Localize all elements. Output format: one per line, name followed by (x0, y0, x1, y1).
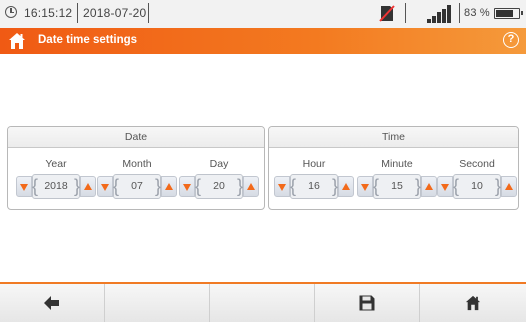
arrow-up-icon (247, 183, 255, 190)
arrow-up-icon (165, 183, 173, 190)
arrow-down-icon (361, 184, 369, 191)
no-sim-icon (379, 5, 395, 22)
second-value[interactable]: 10 (453, 174, 501, 199)
minute-decrement-button[interactable] (357, 176, 373, 197)
year-label: Year (45, 158, 67, 170)
help-icon[interactable]: ? (503, 32, 519, 48)
battery-fill (496, 10, 514, 17)
arrow-down-icon (20, 184, 28, 191)
status-time: 16:15:12 (24, 6, 73, 20)
arrow-up-icon (505, 183, 513, 190)
day-label: Day (209, 158, 229, 170)
status-separator (77, 3, 78, 23)
second-spinner: 10 (437, 174, 517, 199)
date-panel: Date Year 2018 Month 07 Day 20 (7, 126, 265, 210)
month-label: Month (122, 158, 152, 170)
arrow-up-icon (342, 183, 350, 190)
year-value[interactable]: 2018 (32, 174, 80, 199)
minute-increment-button[interactable] (421, 176, 437, 197)
hour-increment-button[interactable] (338, 176, 354, 197)
arrow-down-icon (278, 184, 286, 191)
year-spinner: 2018 (16, 174, 96, 199)
minute-value[interactable]: 15 (373, 174, 421, 199)
year-decrement-button[interactable] (16, 176, 32, 197)
back-button[interactable] (0, 284, 105, 322)
clock-icon (5, 6, 17, 18)
time-panel: Time Hour 16 Minute 15 Second 10 (268, 126, 519, 210)
home-icon (465, 295, 481, 311)
month-increment-button[interactable] (161, 176, 177, 197)
month-decrement-button[interactable] (97, 176, 113, 197)
signal-icon (427, 5, 453, 23)
arrow-down-icon (441, 184, 449, 191)
battery-icon (494, 8, 523, 19)
hour-decrement-button[interactable] (274, 176, 290, 197)
page-title: Date time settings (38, 34, 138, 46)
time-panel-header: Time (269, 127, 518, 148)
status-separator (459, 3, 460, 23)
hour-spinner: 16 (274, 174, 354, 199)
minute-label: Minute (381, 158, 413, 170)
arrow-up-icon (425, 183, 433, 190)
empty-button-3[interactable] (210, 284, 315, 322)
battery-percent: 83 % (464, 7, 490, 19)
day-increment-button[interactable] (243, 176, 259, 197)
day-value[interactable]: 20 (195, 174, 243, 199)
status-date: 2018-07-20 (83, 6, 147, 20)
arrow-down-icon (183, 184, 191, 191)
save-icon (359, 295, 375, 311)
title-bar: Date time settings ? (0, 28, 526, 54)
month-spinner: 07 (97, 174, 177, 199)
status-bar: 16:15:12 2018-07-20 83 % (0, 0, 526, 28)
save-button[interactable] (315, 284, 420, 322)
empty-button-2[interactable] (105, 284, 210, 322)
year-increment-button[interactable] (80, 176, 96, 197)
home-icon[interactable] (8, 32, 26, 50)
minute-spinner: 15 (357, 174, 437, 199)
day-decrement-button[interactable] (179, 176, 195, 197)
month-value[interactable]: 07 (113, 174, 161, 199)
hour-label: Hour (302, 158, 326, 170)
date-panel-header: Date (8, 127, 264, 148)
home-button[interactable] (420, 284, 526, 322)
status-separator (405, 3, 406, 23)
arrow-down-icon (101, 184, 109, 191)
second-increment-button[interactable] (501, 176, 517, 197)
second-label: Second (459, 158, 495, 170)
hour-value[interactable]: 16 (290, 174, 338, 199)
arrow-up-icon (84, 183, 92, 190)
day-spinner: 20 (179, 174, 259, 199)
back-arrow-icon (44, 296, 59, 310)
bottom-toolbar (0, 282, 526, 322)
status-separator (148, 3, 149, 23)
second-decrement-button[interactable] (437, 176, 453, 197)
